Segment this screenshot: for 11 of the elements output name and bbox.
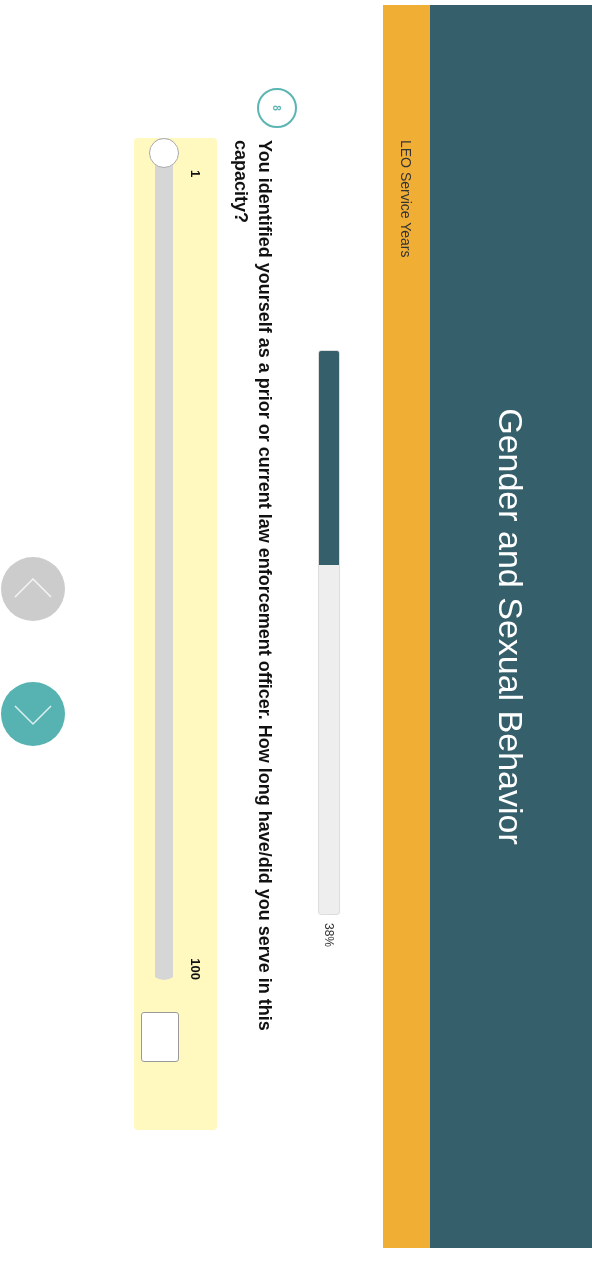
- slider-min-label: 1: [188, 170, 203, 178]
- answer-field[interactable]: [141, 1012, 179, 1062]
- chevron-down-icon: [14, 705, 52, 726]
- question-text: You identified yourself as a prior or current law enforcement officer. How long have/did you serve in this capacity?: [230, 140, 276, 1033]
- chevron-up-icon: [14, 577, 52, 598]
- question-number: 8: [257, 88, 297, 128]
- progress-label: 38%: [322, 923, 336, 948]
- slider-max-label: 100: [188, 958, 203, 980]
- page-title: Gender and Sexual Behavior: [491, 408, 531, 845]
- section-label: LEO Service Years: [398, 140, 415, 258]
- slider-thumb[interactable]: [149, 138, 179, 168]
